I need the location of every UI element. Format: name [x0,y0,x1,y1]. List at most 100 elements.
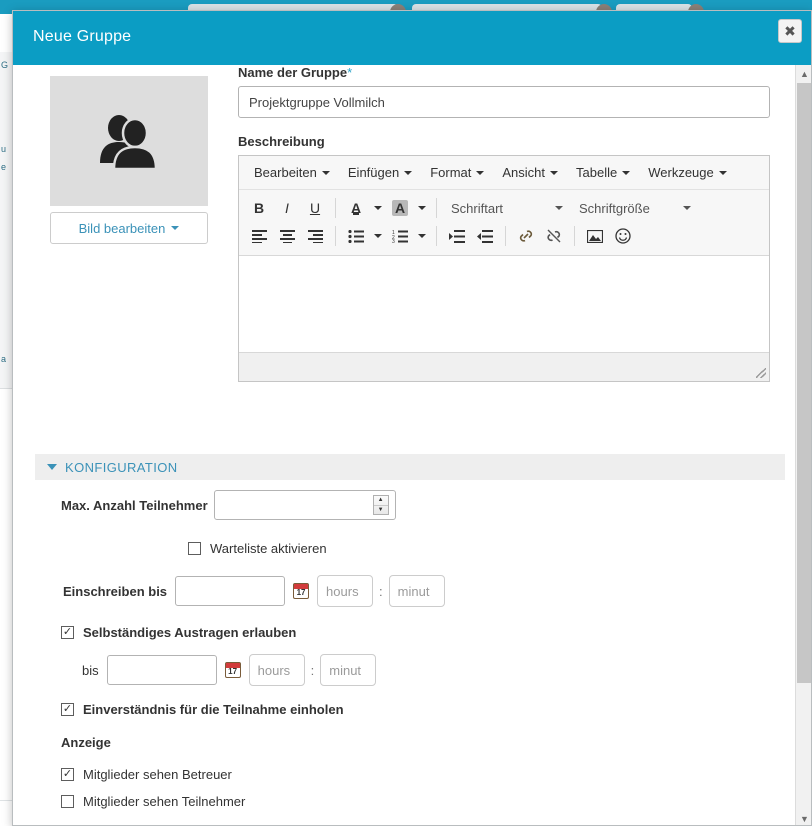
font-family-select[interactable]: Schriftart [443,195,571,221]
max-participants-spinner[interactable]: ▲ ▼ [373,495,389,515]
italic-icon[interactable]: I [273,195,301,221]
menu-werkzeuge-label: Werkzeuge [648,165,714,180]
spinner-down-icon[interactable]: ▼ [374,506,388,515]
max-participants-row: Max. Anzahl Teilnehmer ▲ ▼ [61,490,795,520]
align-left-icon[interactable] [245,223,273,249]
spinner-up-icon[interactable]: ▲ [374,496,388,506]
unlink-icon[interactable] [540,223,568,249]
emoticon-icon[interactable] [609,223,637,249]
modal-scrollbar[interactable]: ▲ ▼ [795,65,812,826]
bold-glyph: B [254,200,264,216]
background-left-label: e [1,162,6,172]
waitlist-row: Warteliste aktivieren [188,541,795,556]
background-left-label: G [1,60,8,70]
members-see-supervisors-checkbox[interactable]: ✓ [61,768,74,781]
bold-icon[interactable]: B [245,195,273,221]
bullet-list-icon[interactable] [342,223,370,249]
menu-bearbeiten[interactable]: Bearbeiten [245,160,339,186]
toolbar-separator [505,226,506,246]
required-marker: * [347,65,352,80]
editor-status-bar [239,352,769,381]
konfiguration-title: KONFIGURATION [65,460,178,475]
konfiguration-section-header[interactable]: KONFIGURATION [35,454,785,480]
font-size-select[interactable]: Schriftgröße [571,195,699,221]
self-unsubscribe-hours-input[interactable] [249,654,305,686]
edit-image-button[interactable]: Bild bearbeiten [50,212,208,244]
chevron-down-icon [555,206,563,210]
image-icon[interactable] [581,223,609,249]
menu-einfuegen[interactable]: Einfügen [339,160,421,186]
background-color-chevron-down-icon[interactable] [414,195,430,221]
svg-text:3: 3 [392,239,395,243]
members-see-supervisors-label: Mitglieder sehen Betreuer [83,767,232,782]
underline-glyph: U [310,200,320,216]
italic-glyph: I [285,200,289,216]
toolbar-row-1: B I U A A Schriftart [245,194,763,222]
toolbar-separator [335,226,336,246]
scrollbar-thumb[interactable] [797,83,812,683]
group-form-fields: Name der Gruppe* Beschreibung Bearbeiten… [238,65,770,382]
self-unsubscribe-row: ✓ Selbständiges Austragen erlauben [61,625,795,640]
modal-title: Neue Gruppe [33,28,131,46]
enroll-until-date-input[interactable] [175,576,285,606]
chevron-down-icon [622,171,630,175]
numbered-list-chevron-down-icon[interactable] [414,223,430,249]
numbered-list-icon[interactable]: 123 [386,223,414,249]
description-label: Beschreibung [238,134,770,149]
editor-toolbar: B I U A A Schriftart [239,190,769,256]
text-color-icon[interactable]: A [342,195,370,221]
chevron-down-icon [404,171,412,175]
consent-label: Einverständnis für die Teilnahme einhole… [83,702,344,717]
close-icon[interactable]: ✖ [778,19,802,43]
enroll-until-hours-input[interactable] [317,575,373,607]
scroll-up-icon[interactable]: ▲ [796,65,812,82]
self-unsubscribe-checkbox[interactable]: ✓ [61,626,74,639]
chevron-down-icon [47,464,57,470]
scroll-down-icon[interactable]: ▼ [796,810,812,826]
bullet-list-chevron-down-icon[interactable] [370,223,386,249]
self-unsubscribe-date-input[interactable] [107,655,217,685]
members-see-participants-label: Mitglieder sehen Teilnehmer [83,794,245,809]
group-image-preview [50,76,208,206]
font-family-label: Schriftart [451,201,503,216]
new-group-modal: Neue Gruppe ✖ ▲ ▼ Bild bear [12,10,812,826]
enroll-until-minutes-input[interactable] [389,575,445,607]
chevron-down-icon [719,171,727,175]
users-icon [94,111,164,171]
indent-icon[interactable] [443,223,471,249]
calendar-icon[interactable]: 17 [293,583,309,599]
description-editor-content[interactable] [239,256,769,352]
menu-format-label: Format [430,165,471,180]
menu-format[interactable]: Format [421,160,493,186]
group-name-input[interactable] [238,86,770,118]
self-unsubscribe-minutes-input[interactable] [320,654,376,686]
align-center-icon[interactable] [273,223,301,249]
link-icon[interactable] [512,223,540,249]
max-participants-label: Max. Anzahl Teilnehmer [61,498,208,513]
group-image-block: Bild bearbeiten [50,76,208,244]
display-option-row: Mitglieder sehen Teilnehmer [61,794,795,809]
calendar-icon[interactable]: 17 [225,662,241,678]
outdent-icon[interactable] [471,223,499,249]
konfiguration-body: Max. Anzahl Teilnehmer ▲ ▼ Warteliste ak… [13,490,795,809]
enroll-until-label: Einschreiben bis [63,584,167,599]
align-right-icon[interactable] [301,223,329,249]
underline-icon[interactable]: U [301,195,329,221]
members-see-participants-checkbox[interactable] [61,795,74,808]
modal-header: Neue Gruppe ✖ [13,11,811,65]
group-name-label: Name der Gruppe* [238,65,770,80]
consent-checkbox[interactable]: ✓ [61,703,74,716]
background-color-icon[interactable]: A [386,195,414,221]
menu-werkzeuge[interactable]: Werkzeuge [639,160,736,186]
menu-ansicht[interactable]: Ansicht [493,160,567,186]
time-separator: : [311,663,315,678]
background-color-glyph: A [392,200,408,216]
edit-image-button-label: Bild bearbeiten [79,221,166,236]
waitlist-checkbox[interactable] [188,542,201,555]
editor-resize-handle[interactable] [756,368,766,378]
max-participants-stepper[interactable]: ▲ ▼ [214,490,396,520]
menu-tabelle[interactable]: Tabelle [567,160,639,186]
text-color-chevron-down-icon[interactable] [370,195,386,221]
toolbar-separator [335,198,336,218]
display-section-title-row: Anzeige [61,735,795,750]
